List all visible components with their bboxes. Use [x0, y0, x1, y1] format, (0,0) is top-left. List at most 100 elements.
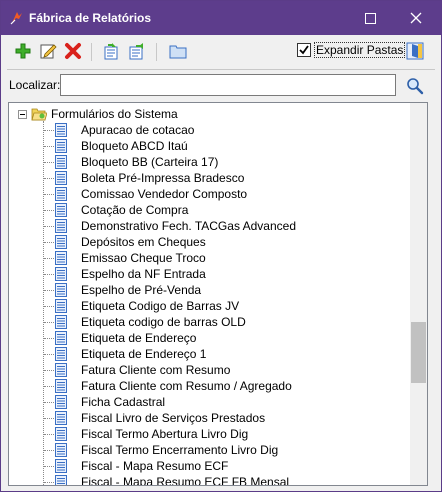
report-document-icon	[55, 379, 67, 393]
report-document-icon	[55, 123, 67, 137]
report-document-icon	[55, 443, 67, 457]
import-button[interactable]	[101, 40, 123, 62]
checkmark-icon	[299, 45, 309, 55]
maximize-button[interactable]	[347, 1, 393, 35]
tree-item-label: Ficha Cadastral	[81, 395, 166, 409]
tree-item[interactable]: Depósitos em Cheques	[44, 234, 206, 250]
tree-root-label: Formulários do Sistema	[51, 107, 178, 121]
window-title: Fábrica de Relatórios	[29, 11, 152, 25]
edit-button[interactable]	[37, 40, 59, 62]
tree-connector	[44, 465, 54, 467]
new-folder-button[interactable]	[167, 40, 189, 62]
tree-item[interactable]: Ficha Cadastral	[44, 394, 165, 410]
report-document-icon	[55, 251, 67, 265]
tree-item[interactable]: Demonstrativo Fech. TACGas Advanced	[44, 218, 296, 234]
delete-icon	[65, 43, 81, 59]
tree-connector	[44, 369, 54, 371]
report-document-icon	[55, 427, 67, 441]
report-document-icon	[55, 475, 67, 485]
search-input[interactable]	[60, 74, 396, 96]
exit-button[interactable]	[404, 40, 426, 62]
tree-item-label: Fiscal - Mapa Resumo ECF FB Mensal	[81, 475, 290, 485]
tree-item[interactable]: Etiqueta codigo de barras OLD	[44, 314, 246, 330]
tree-viewport: Formulários do Sistema Apuracao de cotac…	[9, 103, 410, 485]
tree-item[interactable]: Fiscal Termo Abertura Livro Dig	[44, 426, 248, 442]
tree-connector	[44, 241, 54, 243]
report-document-icon	[55, 155, 67, 169]
tree-connector	[44, 305, 54, 307]
report-tree[interactable]: Formulários do Sistema Apuracao de cotac…	[8, 102, 428, 486]
tree-item-label: Depósitos em Cheques	[81, 235, 206, 249]
collapse-icon[interactable]	[18, 109, 27, 119]
report-document-icon	[55, 331, 67, 345]
tree-item-label: Etiqueta de Endereço	[81, 331, 197, 345]
tree-connector	[44, 193, 54, 195]
tree-item[interactable]: Espelho da NF Entrada	[44, 266, 206, 282]
tree-item-label: Fiscal Termo Encerramento Livro Dig	[81, 443, 279, 457]
tree-item-label: Boleta Pré-Impressa Bradesco	[81, 171, 245, 185]
tree-connector	[44, 145, 54, 147]
tree-item[interactable]: Bloqueto BB (Carteira 17)	[44, 154, 218, 170]
tree-connector	[44, 225, 54, 227]
tree-connector	[44, 401, 54, 403]
search-icon	[407, 78, 424, 95]
search-row: Localizar:	[1, 73, 441, 99]
tree-item[interactable]: Fiscal - Mapa Resumo ECF FB Mensal	[44, 474, 289, 485]
tree-item[interactable]: Fatura Cliente com Resumo / Agregado	[44, 378, 292, 394]
title-bar[interactable]: Fábrica de Relatórios	[1, 1, 441, 35]
report-document-icon	[55, 235, 67, 249]
export-button[interactable]	[126, 40, 148, 62]
tree-item-label: Espelho de Pré-Venda	[81, 283, 202, 297]
tree-connector	[44, 177, 54, 179]
vertical-scrollbar[interactable]	[410, 103, 427, 485]
tree-item[interactable]: Emissao Cheque Troco	[44, 250, 206, 266]
tree-item[interactable]: Fiscal - Mapa Resumo ECF	[44, 458, 228, 474]
import-icon	[104, 43, 118, 60]
tree-connector	[44, 209, 54, 211]
expand-folders-toggle[interactable]: Expandir Pastas	[297, 41, 406, 59]
tree-item[interactable]: Apuracao de cotacao	[44, 122, 194, 138]
tree-item[interactable]: Fiscal Livro de Serviços Prestados	[44, 410, 265, 426]
expand-folders-checkbox[interactable]	[297, 43, 311, 57]
tree-item[interactable]: Fatura Cliente com Resumo	[44, 362, 230, 378]
tree-connector	[44, 385, 54, 387]
open-folder-icon	[31, 108, 47, 121]
edit-icon	[40, 44, 57, 59]
tree-item[interactable]: Etiqueta de Endereço	[44, 330, 196, 346]
tree-connector	[44, 161, 54, 163]
tree-item[interactable]: Espelho de Pré-Venda	[44, 282, 201, 298]
tree-item-label: Espelho da NF Entrada	[81, 267, 206, 281]
close-button[interactable]	[393, 1, 439, 35]
app-icon	[10, 12, 22, 25]
delete-button[interactable]	[62, 40, 84, 62]
report-document-icon	[55, 267, 67, 281]
tree-connector	[44, 129, 54, 131]
tree-item[interactable]: Boleta Pré-Impressa Bradesco	[44, 170, 244, 186]
tree-item-label: Emissao Cheque Troco	[81, 251, 206, 265]
add-button[interactable]	[12, 40, 34, 62]
tree-connector	[44, 337, 54, 339]
toolbar-separator	[156, 43, 157, 61]
search-button[interactable]	[404, 75, 426, 97]
tree-item-label: Bloqueto ABCD Itaú	[81, 139, 188, 153]
tree-item-label: Cotação de Compra	[81, 203, 189, 217]
tree-connector	[44, 289, 54, 291]
folder-icon	[169, 45, 187, 59]
scrollbar-thumb[interactable]	[411, 322, 426, 383]
tree-item[interactable]: Comissao Vendedor Composto	[44, 186, 247, 202]
tree-item[interactable]: Etiqueta Codigo de Barras JV	[44, 298, 239, 314]
tree-item-label: Etiqueta de Endereço 1	[81, 347, 207, 361]
tree-item-label: Apuracao de cotacao	[81, 123, 195, 137]
tree-item-label: Fatura Cliente com Resumo	[81, 363, 231, 377]
tree-item[interactable]: Fiscal Termo Encerramento Livro Dig	[44, 442, 278, 458]
tree-item-label: Comissao Vendedor Composto	[81, 187, 248, 201]
report-document-icon	[55, 411, 67, 425]
report-document-icon	[55, 315, 67, 329]
toolbar-separator	[91, 43, 92, 61]
tree-connector	[44, 417, 54, 419]
tree-root-node[interactable]: Formulários do Sistema	[18, 106, 178, 122]
tree-item[interactable]: Cotação de Compra	[44, 202, 188, 218]
tree-item[interactable]: Etiqueta de Endereço 1	[44, 346, 206, 362]
tree-item-label: Fiscal Livro de Serviços Prestados	[81, 411, 266, 425]
tree-item[interactable]: Bloqueto ABCD Itaú	[44, 138, 188, 154]
